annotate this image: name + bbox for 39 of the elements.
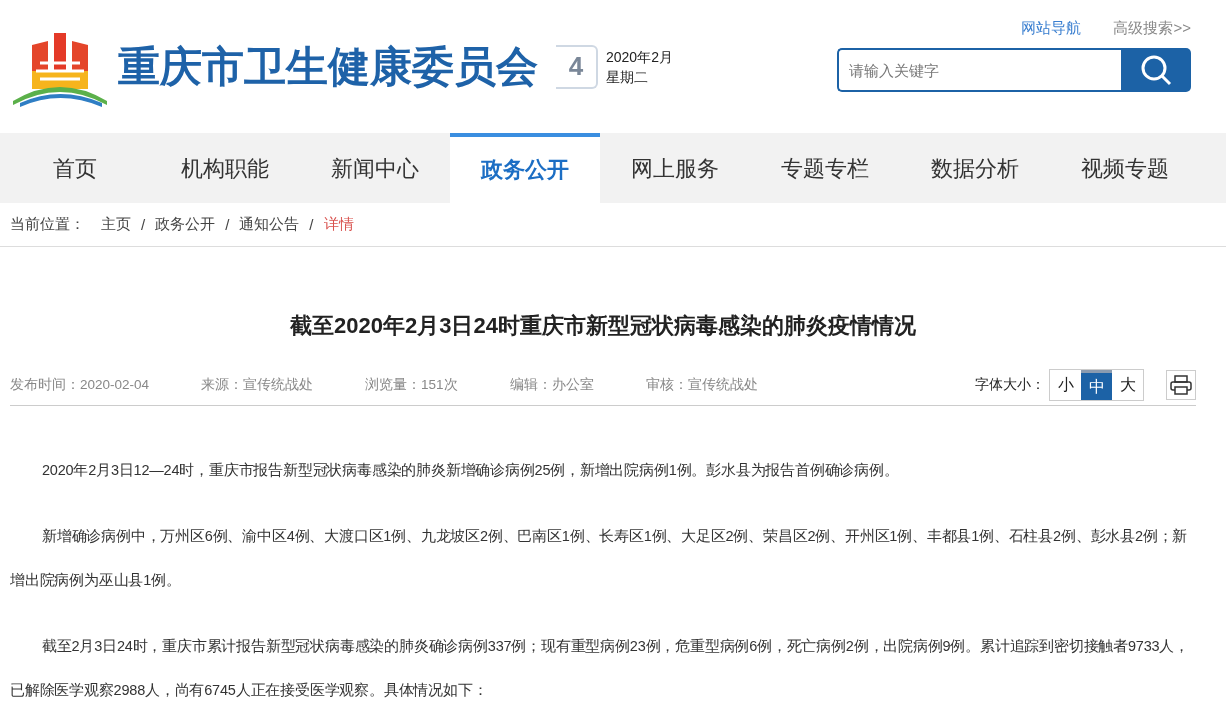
search-field[interactable]: 请输入关键字: [837, 48, 1121, 92]
search-button[interactable]: [1121, 48, 1191, 92]
breadcrumb-link[interactable]: 详情: [323, 215, 354, 234]
header-link[interactable]: 高级搜索>>: [1113, 19, 1191, 38]
weekday: 星期二: [606, 67, 649, 87]
nav-tab[interactable]: 机构职能: [150, 133, 300, 203]
breadcrumb-separator: /: [141, 216, 146, 233]
printer-icon: [1170, 375, 1192, 395]
article-meta: 审核：宣传统战处: [645, 376, 758, 394]
article-paragraph: 截至2月3日24时，重庆市累计报告新型冠状病毒感染的肺炎确诊病例337例；现有重型病例23例，危重型病例6例，死亡病例2例，出院病例9例。累计追踪到密切接触者9733人，已解除医学观察2988人，尚有6745人正在接受医学观察。具体情况如下：: [10, 637, 1191, 700]
nav-tab[interactable]: 首页: [0, 133, 150, 203]
breadcrumb-label: 当前位置：: [10, 215, 85, 234]
font-size-option[interactable]: 小: [1050, 370, 1081, 400]
print-button[interactable]: [1166, 370, 1196, 400]
article-paragraph: 2020年2月3日12—24时，重庆市报告新型冠状病毒感染的肺炎新增确诊病例25例，新增出院病例1例。彭水县为报告首例确诊病例。: [41, 461, 900, 480]
breadcrumb-separator: /: [309, 216, 314, 233]
article-meta: 浏览量：151次: [365, 376, 458, 394]
font-size-option[interactable]: 大: [1112, 370, 1143, 400]
article-meta: 编辑：办公室: [509, 376, 594, 394]
font-size-label: 字体大小：: [975, 376, 1045, 394]
article-meta: 来源：宣传统战处: [201, 376, 314, 394]
article-title: 截至2020年2月3日24时重庆市新型冠状病毒感染的肺炎疫情情况: [289, 312, 917, 340]
nav-tab[interactable]: 数据分析: [900, 133, 1050, 203]
breadcrumb-separator: /: [225, 216, 230, 233]
article-paragraph: 新增确诊病例中，万州区6例、渝中区4例、大渡口区1例、九龙坡区2例、巴南区1例、长寿区1例、大足区2例、荣昌区2例、开州区1例、丰都县1例、石柱县2例、彭水县2例；新增出院病例为巫山县1例。: [10, 527, 1189, 590]
breadcrumb-link[interactable]: 政务公开: [155, 215, 216, 234]
nav-tab[interactable]: 专题专栏: [750, 133, 900, 203]
font-size-option[interactable]: 中: [1081, 370, 1112, 400]
nav-tab[interactable]: 视频专题: [1050, 133, 1200, 203]
date-day: 4: [556, 44, 598, 89]
breadcrumb-link[interactable]: 主页: [101, 215, 131, 234]
nav-tab[interactable]: 网上服务: [600, 133, 750, 203]
site-title: 重庆市卫生健康委员会: [118, 41, 538, 92]
header-link[interactable]: 网站导航: [1021, 19, 1082, 38]
article-meta: 发布时间：2020-02-04: [10, 376, 150, 394]
breadcrumb-link[interactable]: 通知公告: [239, 215, 300, 234]
nav-tab[interactable]: 政务公开: [450, 133, 600, 203]
nav-tab[interactable]: 新闻中心: [300, 133, 450, 203]
date-month: 2020年2月: [606, 47, 673, 67]
